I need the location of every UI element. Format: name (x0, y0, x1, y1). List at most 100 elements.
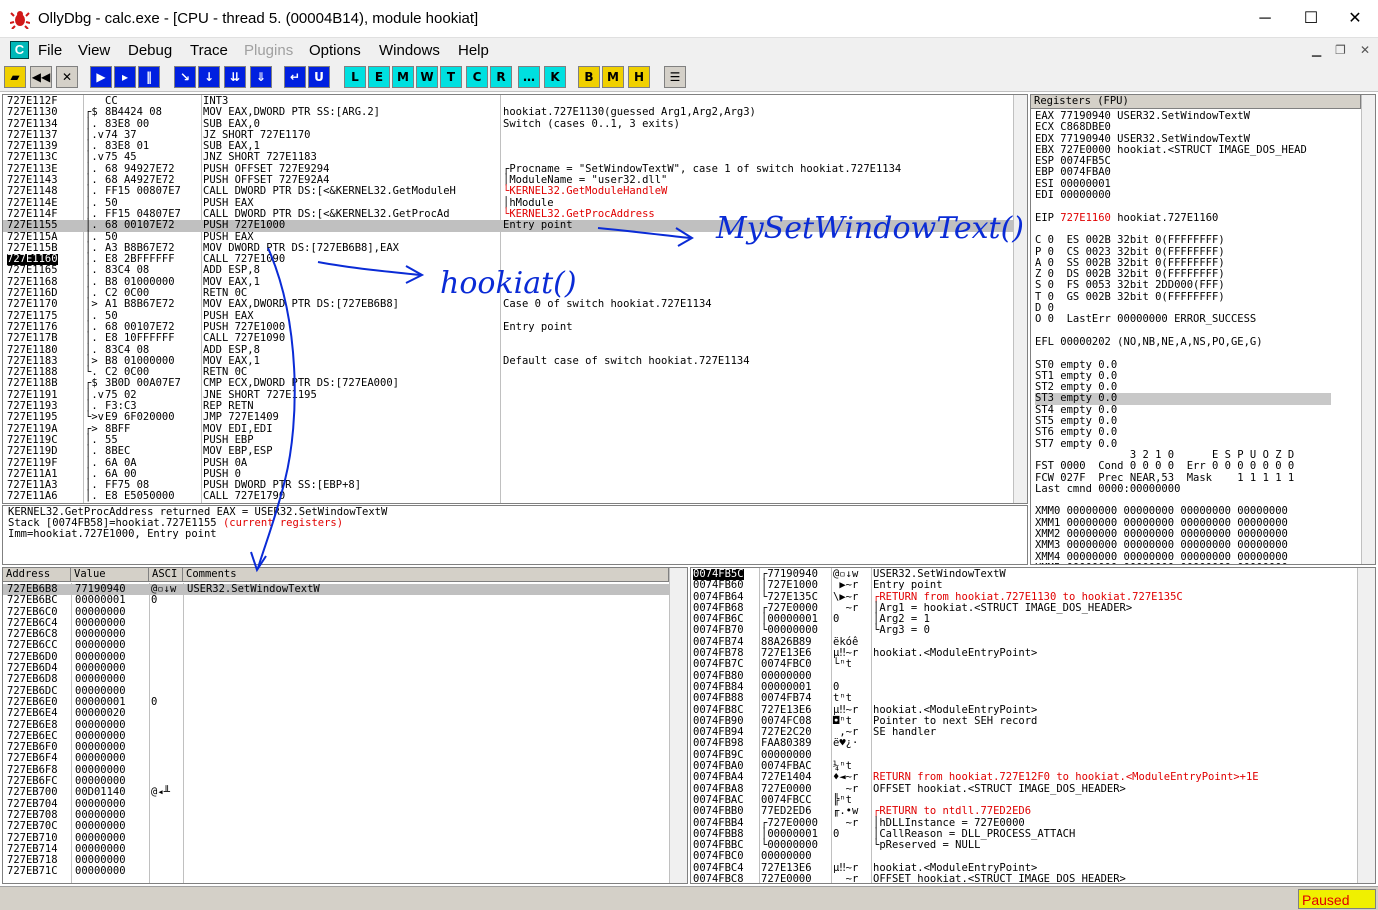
open-icon[interactable]: ▰ (4, 66, 26, 88)
registers-header[interactable]: Registers (FPU) (1031, 95, 1361, 109)
stack-pane[interactable]: 0074FB5C ┌77190940 @▫↓w USER32.SetWindowTex… (690, 567, 1376, 884)
breakpoints-icon[interactable]: K (544, 66, 566, 88)
stack-row[interactable]: 0074FB60 │727E1000 ▶~r Entry point (691, 579, 1357, 591)
dump-pane[interactable]: Address Value ASCI Comments 727EB6B8 7719… (2, 567, 688, 884)
stack-row[interactable]: 0074FBB0 77ED2ED6 ╓.•w ┌RETURN to ntdll.77E… (691, 805, 1357, 817)
dump-header-comments[interactable]: Comments (183, 568, 669, 582)
disasm-row[interactable]: 727E119A ┌> 8BFF MOV EDI,EDI (3, 423, 1013, 435)
dump-row[interactable]: 727EB70C 00000000 (3, 820, 669, 832)
register-line[interactable]: EDI 00000000 (1035, 189, 1331, 201)
register-line[interactable]: EFL 00000202 (NO,NB,NE,A,NS,PO,GE,G) (1035, 336, 1331, 348)
call-stack-icon[interactable]: … (518, 66, 540, 88)
disasm-row[interactable]: 727E1137 │.v 74 37 JZ SHORT 727E1170 (3, 129, 1013, 141)
menu-help[interactable]: Help (458, 42, 489, 59)
menu-file[interactable]: File (38, 42, 62, 59)
cpu-icon[interactable]: C (466, 66, 488, 88)
execute-till-return-icon[interactable]: ↵ (284, 66, 306, 88)
list-icon[interactable]: ☰ (664, 66, 686, 88)
run-icon[interactable]: ▶ (90, 66, 112, 88)
disasm-row[interactable]: 727E118B ┌$ 3B0D 00A07E7 CMP ECX,DWORD PTR … (3, 378, 1013, 390)
dump-header-ascii[interactable]: ASCI (149, 568, 183, 582)
memory-breakpoints-icon[interactable]: M (602, 66, 624, 88)
register-line[interactable]: ECX C868DBE0 (1035, 121, 1331, 133)
stack-scrollbar[interactable] (1357, 568, 1375, 883)
mdi-restore-icon[interactable]: ❐ (1335, 43, 1346, 57)
disasm-row[interactable]: 727E11A1 │. 6A 00 PUSH 0 (3, 468, 1013, 480)
registers-scrollbar[interactable] (1361, 95, 1375, 564)
disasm-row[interactable]: 727E1160 │. E8 2BFFFFFF CALL 727E1090 (3, 253, 1013, 266)
dump-row[interactable]: 727EB71C 00000000 (3, 866, 669, 878)
register-line[interactable]: C 0 ES 002B 32bit 0(FFFFFFFF) (1035, 234, 1331, 246)
trace-into-icon[interactable]: ⇊ (224, 66, 246, 88)
dump-header-address[interactable]: Address (3, 568, 71, 582)
register-line[interactable]: O 0 LastErr 00000000 ERROR_SUCCESS (1035, 314, 1331, 326)
disasm-row[interactable]: 727E1168 │. B8 01000000 MOV EAX,1 (3, 276, 1013, 288)
disasm-row[interactable]: 727E1195 └>v E9 6F020000 JMP 727E1409 (3, 412, 1013, 424)
menu-debug[interactable]: Debug (128, 42, 172, 59)
register-line[interactable]: T 0 GS 002B 32bit 0(FFFFFFFF) (1035, 291, 1331, 303)
pause-icon[interactable]: ‖ (138, 66, 160, 88)
close-button[interactable]: ✕ (1332, 0, 1378, 38)
bookmarks-icon[interactable]: B (578, 66, 600, 88)
dump-row[interactable]: 727EB6D8 00000000 (3, 674, 669, 686)
dump-row[interactable]: 727EB6BC 00000001 0 (3, 594, 669, 607)
disasm-row[interactable]: 727E117B │. E8 10FFFFFF CALL 727E1090 (3, 332, 1013, 344)
step-over-icon[interactable]: ↓ (198, 66, 220, 88)
step-into-icon[interactable]: ↘ (174, 66, 196, 88)
disasm-row[interactable]: 727E1148 │. FF15 00807E7 CALL DWORD PTR DS:… (3, 186, 1013, 198)
rewind-icon[interactable]: ◀◀ (30, 66, 52, 88)
dump-row[interactable]: 727EB700 00D01140 @◂╨ (3, 787, 669, 799)
menu-plugins[interactable]: Plugins (244, 42, 293, 59)
register-line[interactable]: EIP 727E1160 hookiat.727E1160 (1035, 212, 1331, 224)
dump-header-value[interactable]: Value (71, 568, 149, 582)
disasm-row[interactable]: 727E1170 │> A1 B8B67E72 MOV EAX,DWORD PTR D… (3, 299, 1013, 311)
menu-view[interactable]: View (78, 42, 110, 59)
register-line[interactable]: XMM5 00000000 00000000 00000000 00000000 (1035, 562, 1331, 564)
register-line[interactable] (1035, 348, 1331, 359)
register-line[interactable]: XMM0 00000000 00000000 00000000 00000000 (1035, 506, 1331, 518)
disasm-row[interactable]: 727E119C │. 55 PUSH EBP (3, 434, 1013, 446)
disassembly-pane[interactable]: 727E112F CC INT3 727E1130 ┌$ 8B4424 08 MOV EA… (2, 94, 1028, 504)
memory-map-icon[interactable]: M (392, 66, 414, 88)
trace-over-icon[interactable]: ⇓ (250, 66, 272, 88)
menu-options[interactable]: Options (309, 42, 361, 59)
register-line[interactable]: FST 0000 Cond 0 0 0 0 Err 0 0 0 0 0 0 0 (1035, 460, 1331, 472)
cpu-window-icon[interactable]: C (10, 41, 29, 59)
register-line[interactable]: Last cmnd 0000:00000000 (1035, 483, 1331, 495)
menu-windows[interactable]: Windows (379, 42, 440, 59)
stack-row[interactable]: 0074FB88 0074FB74 tⁿt (691, 692, 1357, 704)
stack-row[interactable]: 0074FBC8 727E0000 ~r OFFSET hookiat.<STRUC… (691, 873, 1357, 883)
log-icon[interactable]: L (344, 66, 366, 88)
maximize-button[interactable]: ☐ (1288, 0, 1334, 38)
register-line[interactable]: XMM3 00000000 00000000 00000000 00000000 (1035, 539, 1331, 551)
mdi-close-icon[interactable]: ✕ (1360, 43, 1370, 57)
hardware-breakpoints-icon[interactable]: H (628, 66, 650, 88)
disasm-row[interactable]: 727E1134 │. 83E8 00 SUB EAX,0 Switch (cases … (3, 118, 1013, 130)
minimize-button[interactable]: ─ (1242, 0, 1288, 38)
run-thread-icon[interactable]: ▸ (114, 66, 136, 88)
registers-pane[interactable]: Registers (FPU) EAX 77190940 USER32.SetW… (1030, 94, 1376, 565)
stack-row[interactable]: 0074FBA4 727E1404 ♦◄~r RETURN from hookiat.… (691, 772, 1357, 784)
windows-icon[interactable]: W (416, 66, 438, 88)
dump-row[interactable]: 727EB6E4 00000020 (3, 707, 669, 719)
disasm-row[interactable]: 727E1183 │> B8 01000000 MOV EAX,1 Default ca… (3, 355, 1013, 367)
menu-trace[interactable]: Trace (190, 42, 228, 59)
disassembly-scrollbar[interactable] (1013, 95, 1027, 503)
disasm-row[interactable]: 727E1130 ┌$ 8B4424 08 MOV EAX,DWORD PTR SS:… (3, 106, 1013, 118)
stack-row[interactable]: 0074FB7C 0074FBC0 └ⁿt (691, 659, 1357, 671)
execute-till-user-icon[interactable]: U (308, 66, 330, 88)
close-icon[interactable]: ✕ (56, 66, 78, 88)
mdi-minimize-icon[interactable]: ▁ (1312, 43, 1321, 57)
executable-modules-icon[interactable]: E (368, 66, 390, 88)
disasm-row[interactable]: 727E1155 │. 68 00107E72 PUSH 727E1000 Entry … (3, 219, 1013, 232)
patches-icon[interactable]: R (490, 66, 512, 88)
register-line[interactable]: ST6 empty 0.0 (1035, 427, 1331, 439)
disasm-row[interactable]: 727E1139 │. 83E8 01 SUB EAX,1 (3, 140, 1013, 152)
disasm-row[interactable]: 727E119D │. 8BEC MOV EBP,ESP (3, 445, 1013, 457)
threads-icon[interactable]: T (440, 66, 462, 88)
dump-value: 00000001 (75, 594, 126, 607)
disasm-row[interactable]: 727E119F │. 6A 0A PUSH 0A (3, 457, 1013, 469)
disasm-row[interactable]: 727E11A6 │. E8 E5050000 CALL 727E1790 (3, 491, 1013, 503)
disasm-row[interactable]: 727E1191 │.v 75 02 JNE SHORT 727E1195 (3, 389, 1013, 401)
dump-scrollbar[interactable] (669, 568, 687, 883)
